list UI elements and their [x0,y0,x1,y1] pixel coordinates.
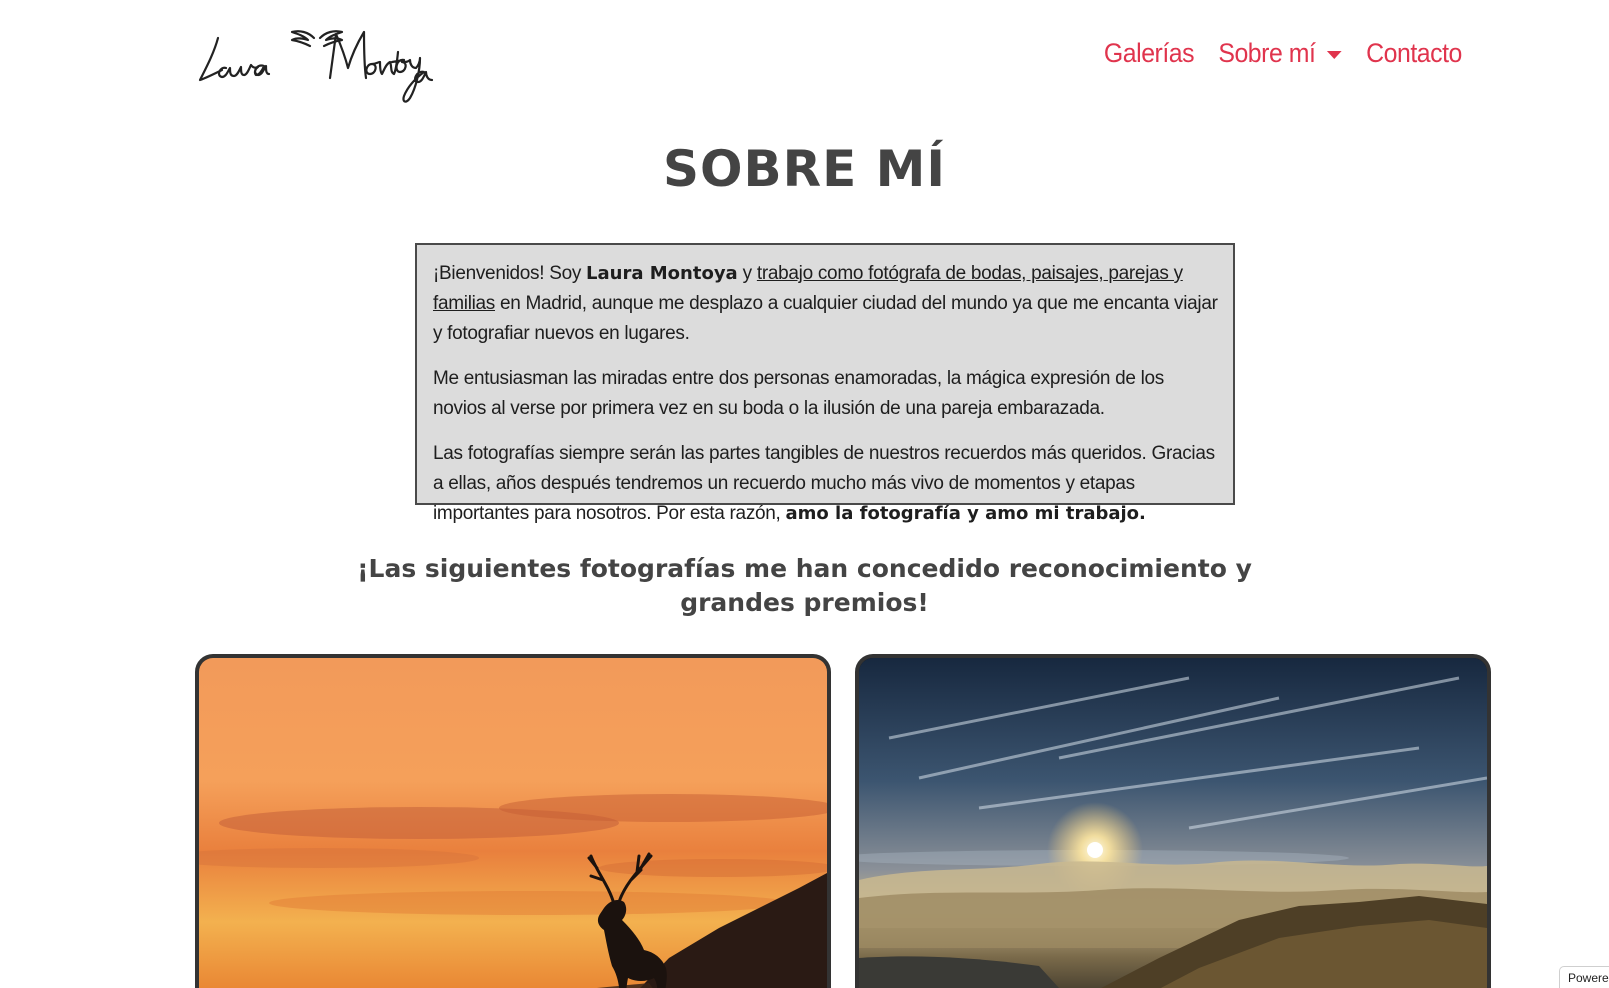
nav-sobre-mi-dropdown[interactable]: Sobre mí [1219,38,1342,69]
intro-emphasis: amo la fotografía y amo mi trabajo. [785,503,1146,524]
site-logo[interactable] [196,8,496,116]
intro-text: ¡Bienvenidos! Soy [433,263,587,284]
awards-heading: ¡Las siguientes fotografías me han conce… [0,552,1609,620]
mountain-sunrise-image [859,658,1487,988]
award-photo-deer-sunset[interactable] [195,654,831,988]
awards-heading-line-1: ¡Las siguientes fotografías me han conce… [357,554,1252,583]
intro-paragraph-2: Me entusiasman las miradas entre dos per… [433,368,1164,419]
laura-montoya-signature-logo [198,30,434,103]
nav-sobre-mi-label: Sobre mí [1218,38,1317,68]
chevron-down-icon [1326,50,1342,59]
nav-contacto[interactable]: Contacto [1366,38,1462,69]
page-title: SOBRE MÍ [662,140,947,198]
powered-by-badge[interactable]: Powered [1559,966,1609,988]
photographer-name: Laura Montoya [586,263,738,284]
awards-heading-line-2: grandes premios! [680,588,929,617]
intro-paragraph-3: Las fotografías siempre serán las partes… [433,439,1219,529]
award-photo-mountain-sunrise[interactable] [855,654,1491,988]
intro-paragraph-1: ¡Bienvenidos! Soy Laura Montoya y trabaj… [433,259,1219,349]
intro-text: y [737,263,757,284]
page: Galerías Sobre mí Contacto SOBRE MÍ ¡Bie… [0,0,1609,988]
intro-box: ¡Bienvenidos! Soy Laura Montoya y trabaj… [415,243,1235,524]
nav-galerias[interactable]: Galerías [1104,38,1195,69]
intro-text: en Madrid, aunque me desplazo a cualquie… [433,293,1218,344]
deer-sunset-image [199,658,827,988]
main-nav: Galerías Sobre mí Contacto [1100,38,1466,69]
